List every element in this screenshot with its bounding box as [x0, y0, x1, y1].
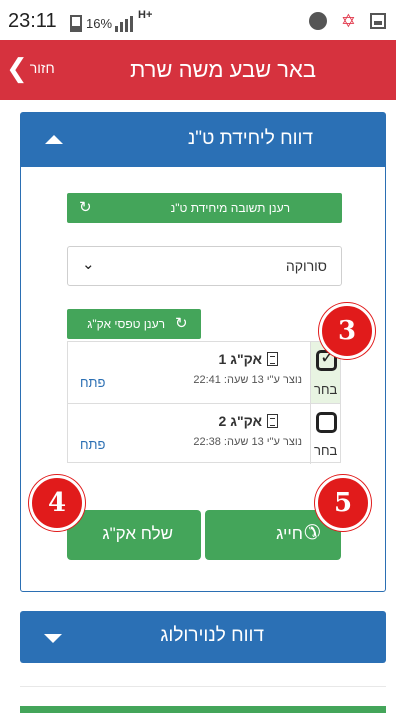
section-tan-header[interactable]: דווח ליחידת ט"נ	[21, 113, 385, 167]
signal-icon	[115, 16, 133, 32]
section-neuro-title: דווח לנוירולוג	[160, 625, 264, 646]
back-label: חזור	[29, 60, 55, 76]
refresh-icon: ↻	[79, 199, 92, 216]
battery-percent: 16%	[86, 16, 113, 31]
refresh-forms-label: רענן טפסי אק"ג	[87, 317, 165, 331]
open-form-link[interactable]: פתח	[80, 437, 105, 452]
hospital-select-value: סורוקה	[285, 258, 327, 274]
caret-down-icon	[44, 634, 62, 643]
status-bar: 23:11 16% H+ ✡	[0, 0, 396, 40]
select-form-2[interactable]: בחר	[310, 404, 340, 464]
hospital-select[interactable]: ⌄ סורוקה	[67, 246, 342, 286]
refresh-response-label: רענן תשובה מיחידת ט"נ	[170, 201, 290, 215]
refresh-forms-button[interactable]: ↻ רענן טפסי אק"ג	[67, 309, 201, 339]
back-button[interactable]: ❮ חזור	[6, 52, 55, 84]
checkbox-unchecked-icon[interactable]	[316, 412, 337, 433]
section-tan-title: דווח ליחידת ט"נ	[187, 128, 313, 149]
send-ecg-button[interactable]: שלח אק"ג	[67, 510, 201, 560]
annotation-badge-3: 3	[319, 303, 375, 359]
refresh-response-button[interactable]: ↻ רענן תשובה מיחידת ט"נ	[67, 193, 342, 223]
battery-icon	[70, 15, 82, 32]
form-name: אק"ג 2	[218, 413, 262, 429]
refresh-icon: ↻	[175, 315, 188, 332]
ecg-forms-list: בחר אק"ג 1 נוצר ע"י 13 שעה: 22:41 פתח בח…	[67, 341, 341, 464]
phone-icon: ✆	[304, 522, 321, 544]
chevron-down-icon: ⌄	[82, 256, 95, 273]
document-icon	[267, 352, 278, 366]
annotation-badge-5: 5	[315, 475, 371, 531]
form-name: אק"ג 1	[218, 351, 262, 367]
form-meta: נוצר ע"י 13 שעה: 22:41	[193, 374, 302, 386]
page-title: באר שבע משה שרת	[130, 57, 316, 82]
divider	[20, 686, 386, 687]
list-item: בחר אק"ג 2 נוצר ע"י 13 שעה: 22:38 פתח	[68, 403, 340, 464]
network-type: H+	[138, 9, 153, 21]
annotation-badge-4: 4	[29, 475, 85, 531]
next-section-edge	[20, 706, 386, 713]
section-neuro-header[interactable]: דווח לנוירולוג	[20, 611, 386, 663]
caret-up-icon	[45, 135, 63, 144]
alarm-icon	[308, 12, 327, 30]
app-header: ❮ חזור באר שבע משה שרת	[0, 40, 396, 100]
star-icon: ✡	[340, 11, 356, 31]
status-icons: ✡	[308, 11, 386, 31]
image-icon	[370, 13, 386, 29]
select-label: בחר	[314, 443, 338, 458]
form-meta: נוצר ע"י 13 שעה: 22:38	[193, 436, 302, 448]
open-form-link[interactable]: פתח	[80, 375, 105, 390]
select-label: בחר	[314, 382, 338, 397]
list-item: בחר אק"ג 1 נוצר ע"י 13 שעה: 22:41 פתח	[68, 342, 340, 403]
status-time: 23:11	[8, 10, 57, 32]
send-ecg-label: שלח אק"ג	[102, 524, 173, 543]
chevron-left-icon: ❮	[6, 53, 28, 83]
call-label: חייג	[276, 524, 303, 543]
document-icon	[267, 414, 278, 428]
